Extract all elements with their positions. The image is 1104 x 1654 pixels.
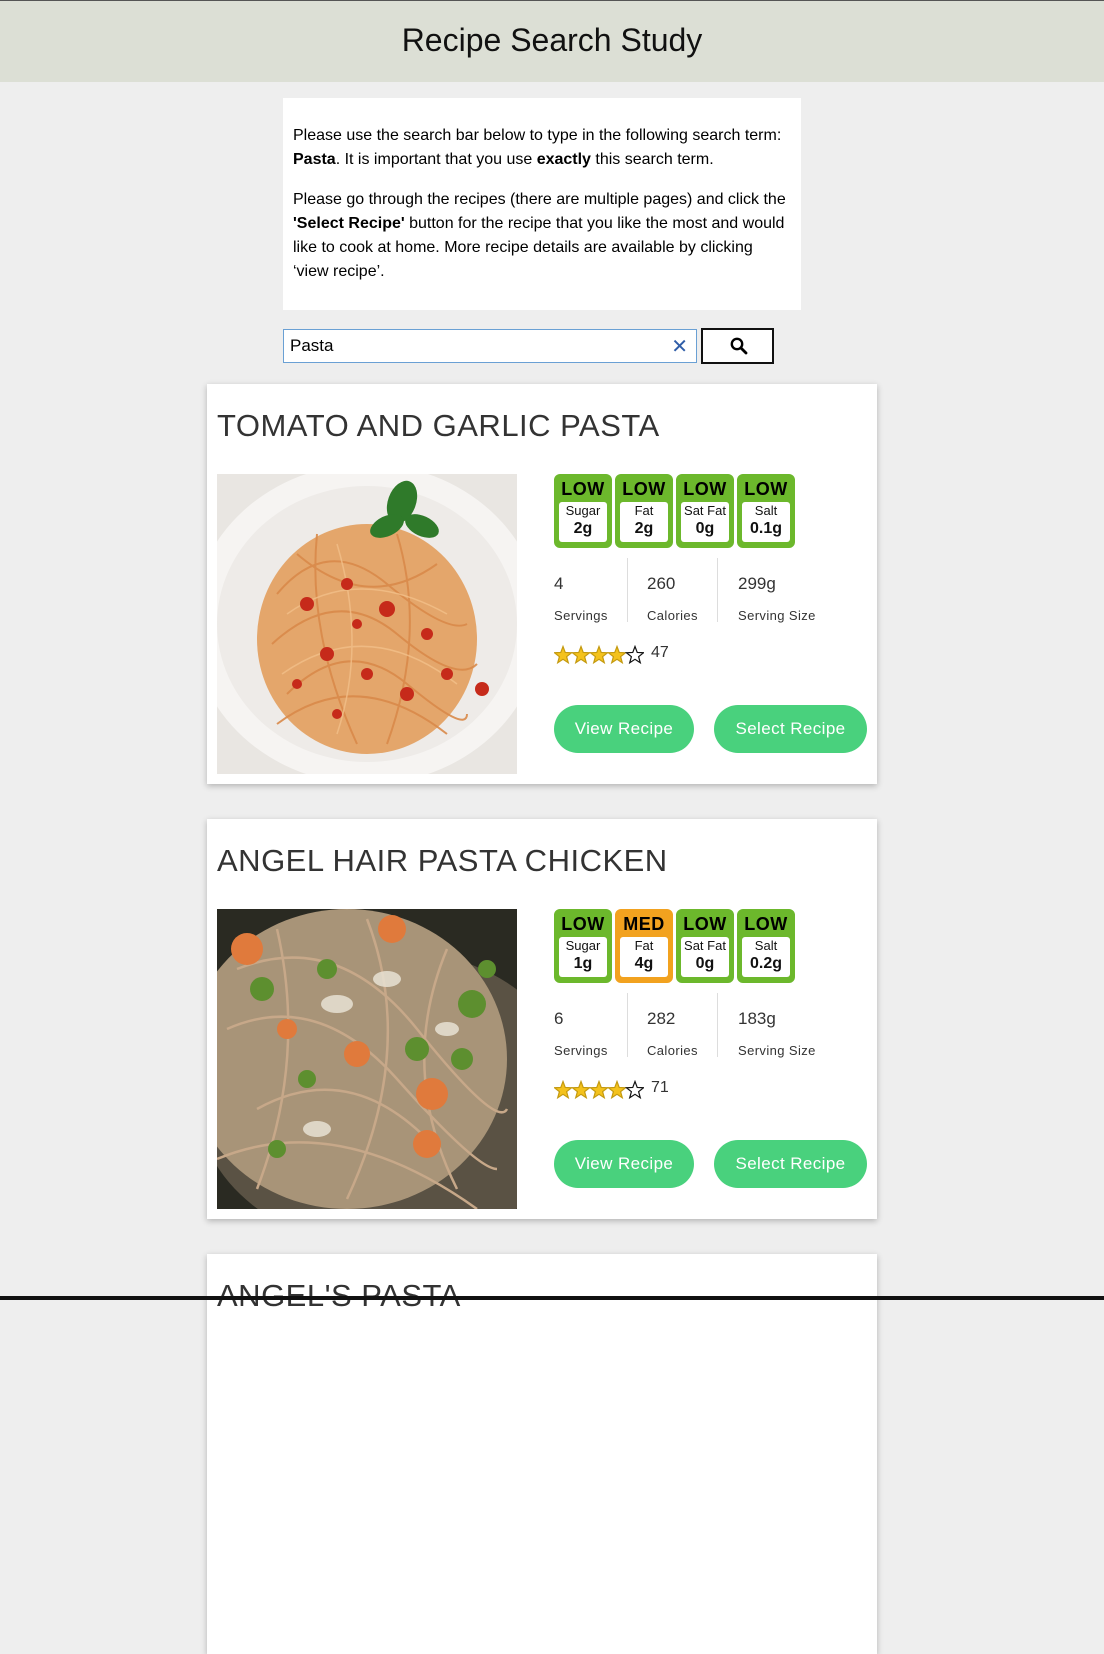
- level-text: MED: [623, 914, 665, 934]
- star-rating: [552, 644, 646, 670]
- level-text: LOW: [744, 479, 788, 499]
- nutrient-value: 0.1g: [749, 520, 782, 537]
- level-text: LOW: [683, 479, 727, 499]
- divider: [717, 993, 718, 1057]
- servings-value: 4: [554, 574, 564, 593]
- calories-label: Calories: [647, 608, 698, 623]
- calories-value: 282: [647, 1009, 676, 1028]
- nutrient-value: 0g: [695, 520, 715, 537]
- view-recipe-button[interactable]: View Recipe: [554, 705, 694, 753]
- nutrition-label-sugar: LOW Sugar 1g: [554, 909, 612, 983]
- level-text: LOW: [561, 914, 605, 934]
- recipe-card: ANGEL'S PASTA: [207, 1254, 877, 1654]
- rating-count: 47: [651, 644, 669, 661]
- emphasis-text: 'Select Recipe': [293, 215, 405, 232]
- servings-label: Servings: [554, 1043, 608, 1058]
- nutrition-label-salt: LOW Salt 0.1g: [737, 474, 795, 548]
- instructions-paragraph-2: Please go through the recipes (there are…: [293, 188, 791, 284]
- calories-label: Calories: [647, 1043, 698, 1058]
- instructions-text: Please go through the recipes (there are…: [293, 191, 786, 208]
- instructions-text: this search term.: [590, 151, 714, 168]
- nutrient-value: 2g: [573, 520, 593, 537]
- divider: [627, 558, 628, 622]
- star-empty-icon: [624, 1079, 646, 1100]
- nutrition-label-fat: LOW Fat 2g: [615, 474, 673, 548]
- nutrition-label-sugar: LOW Sugar 2g: [554, 474, 612, 548]
- instructions-text: Please use the search bar below to type …: [293, 127, 782, 144]
- nutrient-value: 1g: [573, 955, 593, 972]
- emphasis-text: exactly: [536, 151, 591, 168]
- instructions-paragraph-1: Please use the search bar below to type …: [293, 124, 791, 172]
- calories-value: 260: [647, 574, 676, 593]
- nutrient-value: 0.2g: [749, 955, 782, 972]
- select-recipe-button[interactable]: Select Recipe: [714, 705, 867, 753]
- page-header: Recipe Search Study: [0, 1, 1104, 82]
- nutrition-label-fat: MED Fat 4g: [615, 909, 673, 983]
- star-filled-icon: [570, 644, 592, 665]
- divider: [717, 558, 718, 622]
- servings-value: 6: [554, 1009, 564, 1028]
- recipe-image: [217, 474, 517, 774]
- nutrient-value: 2g: [634, 520, 654, 537]
- serving-size-value: 299g: [738, 574, 776, 593]
- divider: [627, 993, 628, 1057]
- rating-count: 71: [651, 1079, 669, 1096]
- star-filled-icon: [552, 1079, 574, 1100]
- star-filled-icon: [588, 644, 610, 665]
- instructions-text: . It is important that you use: [335, 151, 537, 168]
- level-text: LOW: [744, 914, 788, 934]
- nutrient-name: Salt: [754, 503, 778, 518]
- search-input[interactable]: [290, 334, 660, 358]
- nutrition-label-salt: LOW Salt 0.2g: [737, 909, 795, 983]
- star-empty-icon: [624, 644, 646, 665]
- star-filled-icon: [570, 1079, 592, 1100]
- page-title: Recipe Search Study: [401, 22, 703, 58]
- nutrient-name: Sugar: [565, 503, 601, 518]
- search-button[interactable]: [701, 328, 774, 364]
- view-recipe-button[interactable]: View Recipe: [554, 1140, 694, 1188]
- serving-size-label: Serving Size: [738, 608, 816, 623]
- nutrition-label-sat-fat: LOW Sat Fat 0g: [676, 474, 734, 548]
- level-text: LOW: [622, 479, 666, 499]
- close-icon[interactable]: ✕: [671, 336, 688, 358]
- bottom-border: [0, 1296, 1104, 1300]
- recipe-card: TOMATO AND GARLIC PASTA LOW Sugar 2g LOW…: [207, 384, 877, 784]
- nutrient-name: Sat Fat: [684, 938, 726, 953]
- search-icon: [730, 337, 748, 355]
- star-filled-icon: [606, 644, 628, 665]
- nutrient-name: Salt: [754, 938, 778, 953]
- nutrient-value: 4g: [634, 955, 654, 972]
- nutrient-name: Fat: [634, 938, 654, 953]
- instructions-panel: Please use the search bar below to type …: [283, 98, 801, 310]
- recipe-title: ANGEL HAIR PASTA CHICKEN: [217, 843, 668, 878]
- select-recipe-button[interactable]: Select Recipe: [714, 1140, 867, 1188]
- recipe-card: ANGEL HAIR PASTA CHICKEN LOW Sugar 1g ME…: [207, 819, 877, 1219]
- nutrition-label-sat-fat: LOW Sat Fat 0g: [676, 909, 734, 983]
- star-rating: [552, 1079, 646, 1105]
- servings-label: Servings: [554, 608, 608, 623]
- recipe-stats: 6 Servings 282 Calories 183g Serving Siz…: [554, 989, 854, 1059]
- nutrient-name: Sat Fat: [684, 503, 726, 518]
- recipe-image: [217, 909, 517, 1209]
- recipe-stats: 4 Servings 260 Calories 299g Serving Siz…: [554, 554, 854, 624]
- search-box: ✕: [283, 329, 697, 363]
- nutrient-name: Sugar: [565, 938, 601, 953]
- star-filled-icon: [606, 1079, 628, 1100]
- serving-size-value: 183g: [738, 1009, 776, 1028]
- search-term: Pasta: [293, 151, 336, 168]
- star-filled-icon: [588, 1079, 610, 1100]
- level-text: LOW: [683, 914, 727, 934]
- level-text: LOW: [561, 479, 605, 499]
- recipe-title: TOMATO AND GARLIC PASTA: [217, 408, 660, 443]
- star-filled-icon: [552, 644, 574, 665]
- nutrient-name: Fat: [634, 503, 654, 518]
- serving-size-label: Serving Size: [738, 1043, 816, 1058]
- nutrient-value: 0g: [695, 955, 715, 972]
